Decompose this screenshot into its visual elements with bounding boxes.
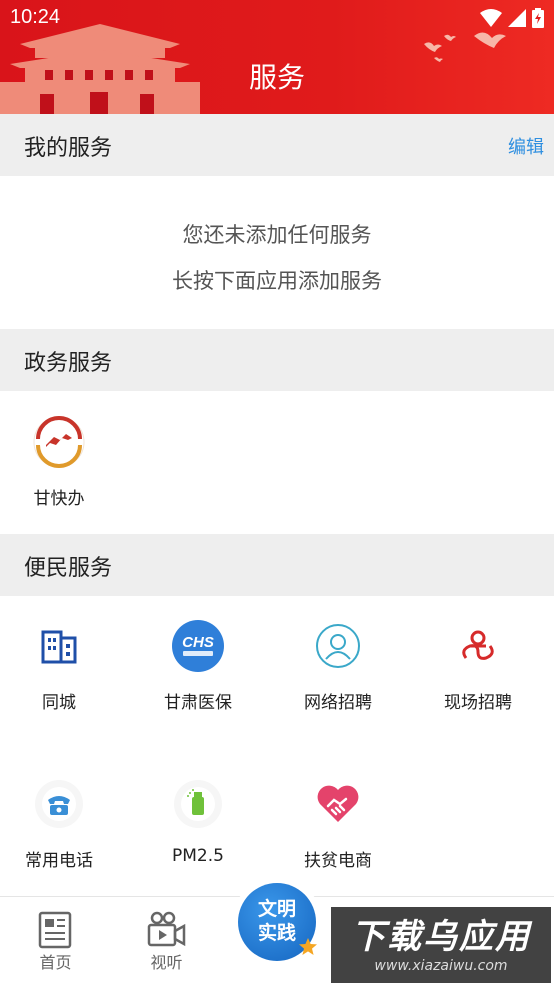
- chs-logo-icon: CHS: [168, 616, 228, 676]
- tab-home[interactable]: 首页: [0, 897, 111, 986]
- tab-home-label: 首页: [39, 953, 72, 972]
- wifi-icon: [480, 9, 502, 27]
- newspaper-icon: [38, 911, 72, 949]
- status-icons: [480, 8, 544, 28]
- app-label: 现场招聘: [444, 693, 512, 713]
- app-common-phones[interactable]: 常用电话: [0, 774, 128, 894]
- empty-message-line1: 您还未添加任何服务: [182, 223, 372, 247]
- signal-icon: [508, 9, 526, 27]
- status-time: 10:24: [10, 6, 61, 28]
- video-camera-icon: [147, 911, 186, 947]
- my-services-title: 我的服务: [24, 136, 113, 161]
- watermark-title: 下载乌应用: [351, 917, 531, 957]
- app-label: 甘快办: [33, 489, 85, 509]
- page-title: 服务: [248, 61, 305, 94]
- star-icon: [299, 938, 317, 955]
- app-label: 同城: [42, 693, 76, 713]
- my-services-header: 我的服务 编辑: [0, 114, 554, 176]
- building-icon: [29, 616, 89, 676]
- svg-text:CHS: CHS: [182, 634, 214, 651]
- app-online-recruitment[interactable]: 网络招聘: [269, 616, 407, 736]
- header-bar: 10:24 服务: [0, 0, 554, 114]
- app-label: 扶贫电商: [304, 851, 372, 871]
- app-label: 网络招聘: [304, 693, 372, 713]
- status-bar: 10:24: [0, 0, 554, 38]
- edit-button[interactable]: 编辑: [508, 133, 544, 159]
- watermark-overlay: 下载乌应用 www.xiazaiwu.com: [331, 907, 551, 983]
- person-circle-icon: [308, 616, 368, 676]
- my-services-empty-state: 您还未添加任何服务 长按下面应用添加服务: [0, 175, 554, 329]
- gov-services-title: 政务服务: [24, 351, 113, 376]
- app-gansu-yibao[interactable]: CHS 甘肃医保: [129, 616, 267, 736]
- tab-video-label: 视听: [150, 953, 183, 972]
- civilization-practice-button[interactable]: 文明 实践: [232, 877, 322, 967]
- battery-icon: [532, 8, 544, 28]
- app-tongcheng[interactable]: 同城: [0, 616, 128, 736]
- app-label: 甘肃医保: [164, 693, 232, 713]
- gov-services-header: 政务服务: [0, 329, 554, 391]
- tab-video[interactable]: 视听: [111, 897, 222, 986]
- gankuaiban-logo-icon: [29, 412, 89, 472]
- app-label: PM2.5: [172, 846, 224, 866]
- civil-services-header: 便民服务: [0, 534, 554, 596]
- recruit-logo-icon: [448, 616, 508, 676]
- app-label: 常用电话: [25, 851, 93, 871]
- heart-handshake-icon: [308, 774, 368, 834]
- civil-services-title: 便民服务: [24, 556, 113, 581]
- watermark-url: www.xiazaiwu.com: [374, 958, 508, 974]
- app-poverty-ecommerce[interactable]: 扶贫电商: [269, 774, 407, 894]
- telephone-icon: [29, 774, 89, 834]
- app-onsite-recruitment[interactable]: 现场招聘: [409, 616, 547, 736]
- app-gankuaiban[interactable]: 甘快办: [0, 412, 128, 532]
- badge-line1: 文明: [257, 898, 296, 920]
- air-purifier-icon: [168, 774, 228, 834]
- empty-message-line2: 长按下面应用添加服务: [172, 269, 382, 293]
- app-pm25[interactable]: PM2.5: [129, 774, 267, 894]
